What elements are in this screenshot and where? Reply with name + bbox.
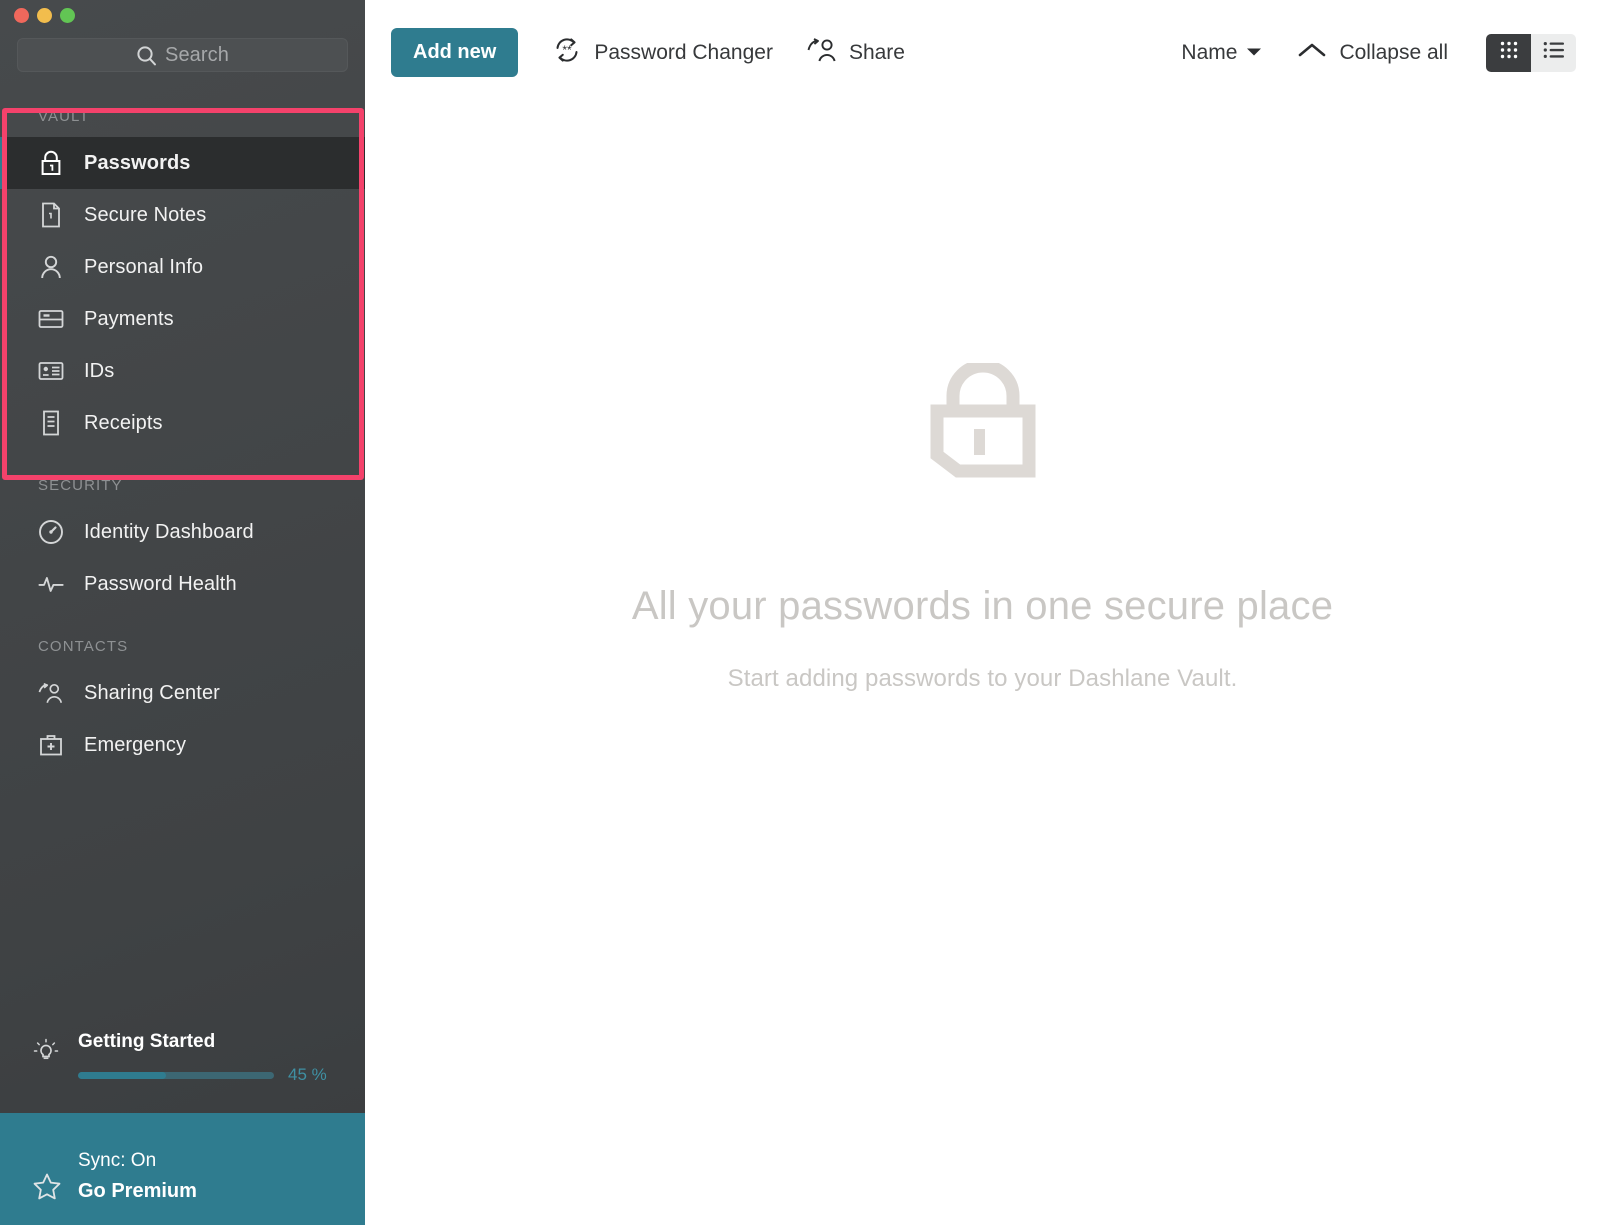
gauge-icon <box>38 519 64 545</box>
view-toggle-group <box>1486 33 1576 72</box>
progress-bar-fill <box>78 1071 167 1079</box>
big-lock-icon <box>924 359 1042 490</box>
credit-card-icon <box>38 306 64 332</box>
share-label: Share <box>848 40 905 64</box>
sort-label: Name <box>1181 40 1238 64</box>
sidebar-item-personal-info[interactable]: Personal Info <box>0 241 365 293</box>
sidebar-item-label: Personal Info <box>84 255 204 278</box>
section-label-contacts: CONTACTS <box>38 638 129 655</box>
lightbulb-icon <box>32 1037 60 1065</box>
sidebar-item-label: Identity Dashboard <box>84 520 254 543</box>
search-icon <box>136 45 157 66</box>
getting-started-progress-row: 45 % <box>78 1065 339 1085</box>
sidebar-item-emergency[interactable]: Emergency <box>0 719 365 771</box>
sidebar-item-label: Secure Notes <box>84 203 207 226</box>
sort-dropdown[interactable]: Name <box>1181 41 1262 65</box>
sidebar-nav: VAULT Passwords Secure Notes Personal In… <box>0 94 365 771</box>
sidebar-item-label: Sharing Center <box>84 681 220 704</box>
lock-icon <box>38 150 64 176</box>
add-new-button[interactable]: Add new <box>391 28 519 77</box>
progress-percent-label: 45 % <box>288 1065 327 1084</box>
grid-view-button[interactable] <box>1486 33 1531 72</box>
chevron-down-icon <box>1246 44 1262 62</box>
sidebar-item-password-health[interactable]: Password Health <box>0 558 365 610</box>
search-placeholder: Search <box>165 43 229 66</box>
sidebar-item-receipts[interactable]: Receipts <box>0 397 365 449</box>
section-label-security: SECURITY <box>38 477 123 494</box>
star-icon <box>32 1172 62 1202</box>
password-changer-button[interactable]: ** Password Changer <box>552 35 773 70</box>
pulse-icon <box>38 571 64 597</box>
id-card-icon <box>38 358 64 384</box>
sync-status-label: Sync: On <box>78 1149 157 1171</box>
empty-state-subtitle: Start adding passwords to your Dashlane … <box>727 665 1238 692</box>
share-person-icon <box>38 680 64 706</box>
password-changer-label: Password Changer <box>594 40 773 64</box>
sidebar-item-label: Receipts <box>84 411 163 434</box>
collapse-all-label: Collapse all <box>1339 40 1448 64</box>
sidebar-item-label: Payments <box>84 307 174 330</box>
sidebar-section-security: SECURITY Identity Dashboard Password Hea… <box>0 463 365 610</box>
person-icon <box>38 254 64 280</box>
sidebar-item-label: Password Health <box>84 572 237 595</box>
main-content: Add new ** Password Changer Share Name C… <box>365 0 1600 1225</box>
progress-bar <box>78 1071 274 1079</box>
sidebar-section-contacts: CONTACTS Sharing Center Emergency <box>0 624 365 771</box>
svg-text:**: ** <box>563 43 573 57</box>
list-view-icon <box>1543 41 1565 64</box>
sidebar: Search VAULT Passwords Secure Notes Pers… <box>0 0 365 1225</box>
getting-started-title: Getting Started <box>78 1031 216 1052</box>
first-aid-kit-icon <box>38 732 64 758</box>
sync-texts: Sync: On Go Premium <box>78 1150 197 1203</box>
close-window-button[interactable] <box>14 8 29 23</box>
grid-view-icon <box>1499 40 1519 65</box>
search-input[interactable]: Search <box>17 38 348 72</box>
go-premium-link[interactable]: Go Premium <box>78 1180 197 1203</box>
receipt-icon <box>38 410 64 436</box>
chevron-up-icon <box>1298 41 1326 64</box>
app-window: Search VAULT Passwords Secure Notes Pers… <box>0 0 1600 1225</box>
secure-note-icon <box>38 202 64 228</box>
sidebar-section-vault: VAULT Passwords Secure Notes Personal In… <box>0 94 365 449</box>
sidebar-item-ids[interactable]: IDs <box>0 345 365 397</box>
minimize-window-button[interactable] <box>37 8 52 23</box>
sync-premium-bar[interactable]: Sync: On Go Premium <box>0 1113 365 1225</box>
section-label-vault: VAULT <box>38 108 90 125</box>
empty-state-title: All your passwords in one secure place <box>631 584 1334 628</box>
sidebar-item-label: Emergency <box>84 733 187 756</box>
maximize-window-button[interactable] <box>60 8 75 23</box>
sidebar-item-label: Passwords <box>84 151 191 174</box>
sidebar-item-payments[interactable]: Payments <box>0 293 365 345</box>
sidebar-item-identity-dashboard[interactable]: Identity Dashboard <box>0 506 365 558</box>
toolbar-right-group: Name Collapse all <box>1181 33 1576 72</box>
list-view-button[interactable] <box>1531 33 1576 72</box>
sidebar-item-label: IDs <box>84 359 115 382</box>
password-changer-icon: ** <box>552 35 582 70</box>
sidebar-item-secure-notes[interactable]: Secure Notes <box>0 189 365 241</box>
toolbar: Add new ** Password Changer Share Name C… <box>365 0 1600 105</box>
collapse-all-button[interactable]: Collapse all <box>1298 41 1448 65</box>
share-icon <box>807 37 837 68</box>
empty-state: All your passwords in one secure place S… <box>365 105 1600 1225</box>
share-button[interactable]: Share <box>807 37 905 68</box>
sidebar-item-passwords[interactable]: Passwords <box>0 137 365 189</box>
getting-started-body: Getting Started 45 % <box>78 1031 365 1085</box>
sidebar-item-sharing-center[interactable]: Sharing Center <box>0 667 365 719</box>
getting-started-panel[interactable]: Getting Started 45 % <box>0 1031 365 1113</box>
window-traffic-lights <box>14 8 75 23</box>
